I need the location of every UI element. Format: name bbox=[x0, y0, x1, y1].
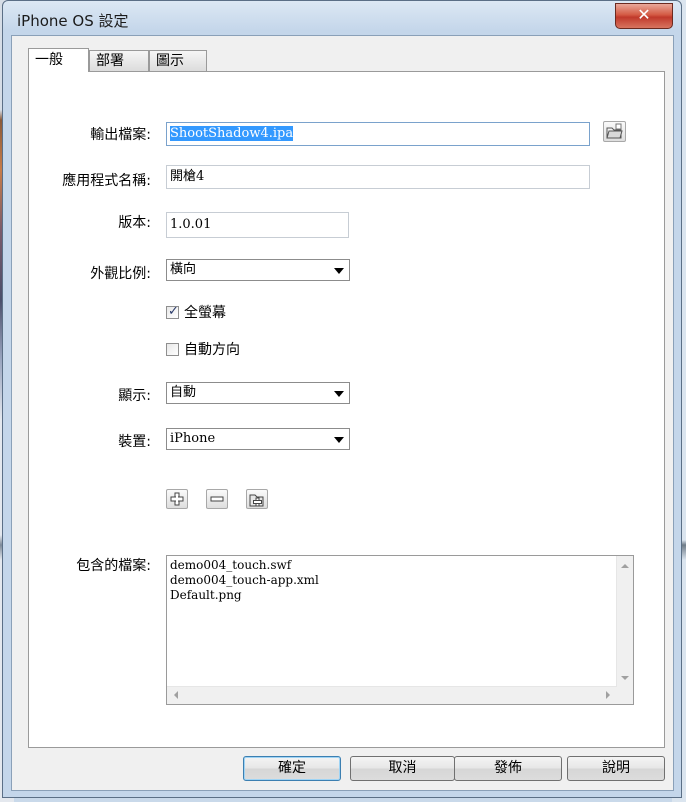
checkmark-icon: ✓ bbox=[168, 304, 179, 319]
window-title: iPhone OS 設定 bbox=[17, 12, 129, 30]
vertical-scrollbar[interactable] bbox=[616, 556, 633, 688]
browse-button[interactable] bbox=[603, 121, 626, 142]
remove-file-button[interactable] bbox=[206, 489, 228, 509]
included-files-list[interactable]: demo004_touch.swf demo004_touch-app.xml … bbox=[166, 555, 634, 705]
title-bar: iPhone OS 設定 ✕ bbox=[3, 1, 681, 35]
output-file-field[interactable]: ShootShadow4.ipa bbox=[166, 122, 590, 146]
settings-dialog: iPhone OS 設定 ✕ 一般 部署 圖示 輸出檔案: ShootShado… bbox=[2, 0, 682, 798]
list-item[interactable]: Default.png bbox=[170, 588, 242, 602]
app-name-label: 應用程式名稱: bbox=[62, 173, 151, 189]
chevron-down-icon bbox=[334, 391, 344, 397]
add-file-icon bbox=[170, 492, 184, 506]
publish-button[interactable]: 發佈 bbox=[454, 756, 562, 781]
tab-deployment[interactable]: 部署 bbox=[89, 50, 149, 71]
remove-file-icon bbox=[210, 496, 224, 502]
version-value: 1.0.01 bbox=[170, 217, 212, 232]
device-dropdown[interactable]: iPhone bbox=[166, 428, 350, 450]
checkbox-box: ✓ bbox=[166, 304, 179, 319]
scroll-down-icon[interactable] bbox=[621, 676, 629, 680]
general-tab-panel: 輸出檔案: ShootShadow4.ipa 應用程式名稱: 開槍4 版本: 1… bbox=[28, 71, 665, 748]
chevron-down-icon bbox=[334, 268, 344, 274]
chevron-down-icon bbox=[334, 437, 344, 443]
aspect-ratio-dropdown[interactable]: 橫向 bbox=[166, 259, 350, 281]
checkbox-box bbox=[166, 343, 179, 356]
ok-button-label: 確定 bbox=[278, 760, 306, 776]
dialog-client-area: 一般 部署 圖示 輸出檔案: ShootShadow4.ipa 應用程式名稱: … bbox=[11, 35, 674, 791]
device-value: iPhone bbox=[170, 431, 216, 446]
app-name-field[interactable]: 開槍4 bbox=[166, 165, 590, 189]
close-icon: ✕ bbox=[637, 5, 651, 24]
aspect-ratio-value: 橫向 bbox=[170, 262, 197, 277]
help-button-label: 說明 bbox=[602, 760, 630, 776]
list-item[interactable]: demo004_touch-app.xml bbox=[170, 573, 319, 587]
ok-button[interactable]: 確定 bbox=[243, 756, 341, 781]
version-label: 版本: bbox=[118, 215, 151, 231]
cancel-button[interactable]: 取消 bbox=[350, 756, 455, 781]
tab-icons[interactable]: 圖示 bbox=[149, 50, 207, 71]
add-file-button[interactable] bbox=[166, 489, 188, 509]
folder-browse-icon bbox=[606, 123, 623, 139]
add-folder-icon bbox=[249, 494, 264, 507]
scroll-left-icon[interactable] bbox=[174, 691, 178, 699]
tab-label: 一般 bbox=[35, 52, 63, 68]
rendering-label: 顯示: bbox=[118, 388, 151, 404]
horizontal-scrollbar[interactable] bbox=[167, 686, 617, 704]
scroll-up-icon[interactable] bbox=[621, 564, 629, 568]
cancel-button-label: 取消 bbox=[388, 760, 417, 776]
full-screen-label: 全螢幕 bbox=[184, 305, 226, 321]
aspect-ratio-label: 外觀比例: bbox=[90, 266, 151, 282]
version-field[interactable]: 1.0.01 bbox=[166, 212, 349, 238]
tab-label: 部署 bbox=[96, 53, 124, 69]
scroll-right-icon[interactable] bbox=[606, 691, 610, 699]
device-label: 裝置: bbox=[118, 434, 151, 450]
add-folder-button[interactable] bbox=[246, 489, 268, 509]
publish-button-label: 發佈 bbox=[494, 760, 522, 776]
output-file-label: 輸出檔案: bbox=[90, 127, 151, 143]
rendering-value: 自動 bbox=[170, 385, 197, 400]
help-button[interactable]: 說明 bbox=[567, 756, 665, 781]
tab-general[interactable]: 一般 bbox=[28, 48, 89, 72]
close-button[interactable]: ✕ bbox=[615, 3, 673, 29]
auto-orientation-label: 自動方向 bbox=[184, 342, 240, 358]
output-file-value: ShootShadow4.ipa bbox=[170, 126, 294, 141]
scrollbar-corner bbox=[617, 687, 633, 704]
list-item[interactable]: demo004_touch.swf bbox=[170, 558, 291, 572]
included-files-label: 包含的檔案: bbox=[76, 558, 151, 574]
tab-label: 圖示 bbox=[156, 53, 184, 69]
app-name-value: 開槍4 bbox=[170, 169, 205, 184]
rendering-dropdown[interactable]: 自動 bbox=[166, 382, 350, 404]
